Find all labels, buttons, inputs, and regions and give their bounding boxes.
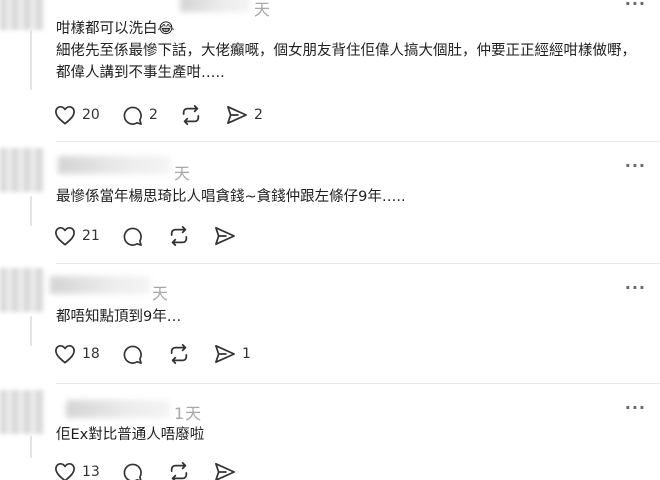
more-dots-icon[interactable]: ··· [625,398,646,417]
more-dots-icon[interactable]: ··· [625,156,646,175]
thread-line [30,316,32,346]
comment-post: 天 ··· 都唔知點頂到9年… 18 1 [0,264,660,384]
action-bar: 13 [54,460,256,480]
more-dots-icon[interactable]: ··· [625,0,646,13]
speech-bubble-icon [123,227,142,246]
like-button[interactable]: 21 [54,226,122,246]
timestamp: 1天 [174,404,203,423]
comment-text: 咁樣都可以洗白😂 細佬先至係最慘下話，大佬癲嘅，個女朋友背住佢偉人搞大個肚，仲要… [56,21,636,81]
avatar[interactable] [0,390,44,434]
username[interactable] [180,0,250,12]
comment-post: 1天 ··· 佢Ex對比普通人唔廢啦 13 [0,384,660,480]
repost-arrows-icon [170,461,188,480]
avatar[interactable] [0,0,44,30]
comment-text: 都唔知點頂到9年… [56,309,182,325]
username[interactable] [58,156,170,174]
repost-arrows-icon [182,104,200,126]
comment-post: 天 ··· 咁樣都可以洗白😂 細佬先至係最慘下話，大佬癲嘅，個女朋友背住佢偉人搞… [0,0,660,142]
comment-feed: 天 ··· 咁樣都可以洗白😂 細佬先至係最慘下話，大佬癲嘅，個女朋友背住佢偉人搞… [0,0,660,480]
repost-button[interactable] [168,461,214,480]
username[interactable] [50,276,150,294]
share-button[interactable] [214,226,256,246]
share-count: 2 [254,107,263,123]
send-icon [215,344,235,364]
username[interactable] [66,400,170,418]
repost-arrows-icon [170,343,188,365]
more-dots-icon[interactable]: ··· [625,278,646,297]
share-button[interactable]: 2 [226,105,268,125]
like-button[interactable]: 20 [54,105,122,125]
like-button[interactable]: 13 [54,462,122,480]
heart-icon [55,462,75,480]
comment-count: 2 [149,107,158,123]
thread-line [30,436,32,458]
action-bar: 21 [54,224,256,248]
avatar[interactable] [0,148,44,192]
speech-bubble-icon [123,106,142,125]
repost-button[interactable] [168,225,214,247]
share-button[interactable]: 1 [214,344,256,364]
speech-bubble-icon [123,463,142,480]
avatar[interactable] [0,268,44,312]
repost-button[interactable] [168,343,214,365]
timestamp: 天 [174,164,192,183]
action-bar: 20 2 2 [54,103,268,127]
heart-icon [55,226,75,246]
repost-arrows-icon [170,225,188,247]
comment-button[interactable] [122,226,168,247]
send-icon [227,105,247,125]
like-count: 21 [82,228,100,244]
like-count: 20 [82,107,100,123]
timestamp: 天 [152,284,170,303]
thread-line [30,30,32,90]
send-icon [215,462,235,480]
comment-button[interactable] [122,344,168,365]
repost-button[interactable] [180,104,226,126]
share-button[interactable] [214,462,256,480]
comment-text: 最慘係當年楊思琦比人唱貪錢~貪錢仲跟左條仔9年….. [56,189,406,205]
comment-text: 佢Ex對比普通人唔廢啦 [56,427,205,443]
timestamp: 天 [254,0,272,19]
action-bar: 18 1 [54,342,256,366]
comment-post: 天 ··· 最慘係當年楊思琦比人唱貪錢~貪錢仲跟左條仔9年….. 21 [0,142,660,264]
heart-icon [55,105,75,125]
share-count: 1 [242,346,251,362]
comment-button[interactable] [122,462,168,480]
comment-button[interactable]: 2 [122,105,180,126]
heart-icon [55,344,75,364]
speech-bubble-icon [123,345,142,364]
send-icon [215,226,235,246]
like-count: 18 [82,346,100,362]
like-button[interactable]: 18 [54,344,122,364]
thread-line [30,196,32,226]
like-count: 13 [82,464,100,480]
